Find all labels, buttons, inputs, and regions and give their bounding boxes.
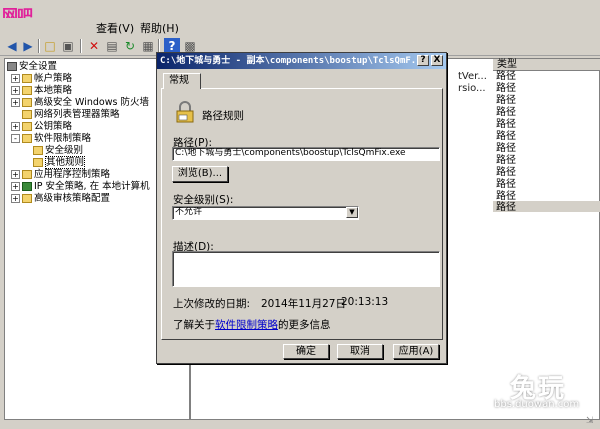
dialog-title[interactable]: C:\地下城与勇士 - 副本\components\boostup\TclsQm… — [157, 53, 446, 69]
expand-icon[interactable]: + — [11, 122, 20, 131]
mmc-window: 网吧 5836 查看(V) 帮助(H) ◀ ▶ □ ▣ ✕ ▤ ↻ ▦ ? ▩ … — [0, 0, 600, 429]
up-folder-icon[interactable]: □ — [42, 38, 58, 54]
export-icon[interactable]: ▦ — [140, 38, 156, 54]
list-cell-type[interactable]: 路径 — [496, 179, 516, 191]
tree-item-additional-rules[interactable]: 其他规则 — [33, 156, 86, 169]
list-cell-type[interactable]: 路径 — [496, 143, 516, 155]
tree-item-advanced-audit[interactable]: + 高级审核策略配置 — [11, 193, 110, 205]
list-cell-type[interactable]: 路径 — [496, 107, 516, 119]
cancel-button[interactable]: 取消 — [337, 344, 383, 359]
tree-item-software-restriction[interactable]: - 软件限制策略 — [11, 133, 91, 145]
tab-general[interactable]: 常规 — [163, 73, 201, 89]
back-icon[interactable]: ◀ — [4, 38, 20, 54]
expand-icon[interactable]: + — [11, 86, 20, 95]
folder-icon — [22, 74, 32, 83]
folder-icon — [22, 110, 32, 119]
refresh-icon[interactable]: ↻ — [122, 38, 138, 54]
tree-item-label: 本地策略 — [34, 85, 73, 96]
list-cell-partial: tVer... — [458, 71, 487, 82]
expand-icon[interactable]: + — [11, 182, 20, 191]
tree-item-label: 网络列表管理器策略 — [34, 109, 120, 120]
security-level-value: 不允许 — [175, 207, 203, 217]
learn-more-prefix: 了解关于 — [173, 319, 215, 331]
menu-help[interactable]: 帮助(H) — [140, 20, 179, 36]
ok-button[interactable]: 确定 — [283, 344, 329, 359]
menu-bar: 查看(V) 帮助(H) — [0, 18, 600, 36]
path-rule-properties-dialog: C:\地下城与勇士 - 副本\components\boostup\TclsQm… — [156, 52, 447, 364]
folder-icon — [22, 170, 32, 179]
expand-icon[interactable]: + — [11, 194, 20, 203]
last-modified-time: 20:13:13 — [341, 296, 389, 308]
tree-item-public-key[interactable]: + 公钥策略 — [11, 121, 72, 133]
dialog-close-button[interactable]: X — [431, 55, 443, 66]
last-modified-label: 上次修改的日期: — [173, 298, 251, 310]
tree-item-label: 高级安全 Windows 防火墙 — [34, 97, 149, 108]
chevron-down-icon[interactable]: ▼ — [346, 207, 358, 218]
tree-item-local-policy[interactable]: + 本地策略 — [11, 85, 72, 97]
lock-icon — [176, 101, 194, 123]
dialog-help-button[interactable]: ? — [417, 55, 429, 66]
toolbar-separator — [158, 39, 160, 53]
properties-icon[interactable]: ▤ — [104, 38, 120, 54]
tree-item-label: 帐户策略 — [34, 73, 73, 84]
security-settings-icon — [7, 62, 17, 71]
folder-icon — [22, 86, 32, 95]
list-cell-type[interactable]: 路径 — [496, 71, 516, 83]
expand-icon[interactable]: + — [11, 170, 20, 179]
resize-grip-icon[interactable]: ⇲ — [586, 416, 598, 428]
expand-icon[interactable]: + — [11, 74, 20, 83]
collapse-icon[interactable]: - — [11, 134, 20, 143]
folder-icon — [33, 146, 43, 155]
tree-item-firewall[interactable]: + 高级安全 Windows 防火墙 — [11, 97, 149, 109]
tree-item-label: 应用程序控制策略 — [34, 169, 111, 180]
tree-item-app-control[interactable]: + 应用程序控制策略 — [11, 169, 110, 181]
tree-item-label: 其他规则 — [45, 156, 86, 169]
ip-security-icon — [22, 182, 32, 191]
list-cell-partial: rsio... — [458, 83, 486, 94]
delete-icon[interactable]: ✕ — [86, 38, 102, 54]
rule-type-label: 路径规则 — [202, 110, 244, 122]
tree-item-network-list[interactable]: 网络列表管理器策略 — [22, 109, 120, 121]
tree-item-label: 安全级别 — [45, 145, 84, 156]
list-cell-type[interactable]: 路径 — [496, 131, 516, 143]
list-cell-type[interactable]: 路径 — [496, 202, 516, 214]
tree-item-label: 公钥策略 — [34, 121, 73, 132]
security-level-select[interactable]: 不允许 ▼ — [172, 206, 359, 220]
folder-open-icon — [22, 134, 32, 143]
tree-item-account-policy[interactable]: + 帐户策略 — [11, 73, 72, 85]
folder-icon — [22, 122, 32, 131]
list-cell-type[interactable]: 路径 — [496, 95, 516, 107]
column-header-type[interactable]: 类型 — [493, 59, 600, 71]
tree-item-label: 高级审核策略配置 — [34, 193, 111, 204]
last-modified-date: 2014年11月27日 — [261, 298, 346, 310]
path-input[interactable]: C:\地下城与勇士\components\boostup\TclsQmFix.e… — [172, 147, 440, 161]
folder-icon — [22, 98, 32, 107]
description-textarea[interactable] — [172, 251, 440, 287]
show-tree-icon[interactable]: ▣ — [60, 38, 76, 54]
security-level-label: 安全级别(S): — [173, 194, 234, 206]
list-cell-type[interactable]: 路径 — [496, 167, 516, 179]
apply-button[interactable]: 应用(A) — [393, 344, 439, 359]
list-cell-type[interactable]: 路径 — [496, 155, 516, 167]
watermark-url: bbs.duowan.com — [494, 399, 580, 410]
learn-more-suffix: 的更多信息 — [278, 319, 331, 331]
tree-item-ip-security[interactable]: + IP 安全策略, 在 本地计算机 — [11, 181, 150, 193]
menu-view[interactable]: 查看(V) — [96, 20, 134, 36]
folder-icon — [22, 194, 32, 203]
tree-item-label: 软件限制策略 — [34, 133, 92, 144]
tree-item-label: 安全设置 — [19, 61, 58, 72]
toolbar-separator — [38, 39, 40, 53]
tree-item-security-settings[interactable]: 安全设置 — [7, 61, 57, 73]
learn-more-link[interactable]: 软件限制策略 — [215, 319, 278, 331]
forward-icon[interactable]: ▶ — [20, 38, 36, 54]
list-cell-type[interactable]: 路径 — [496, 83, 516, 95]
folder-open-icon — [33, 158, 43, 167]
browse-button[interactable]: 浏览(B)... — [172, 166, 228, 182]
list-cell-type[interactable]: 路径 — [496, 119, 516, 131]
toolbar-separator — [80, 39, 82, 53]
learn-more-text: 了解关于软件限制策略的更多信息 — [173, 317, 331, 332]
expand-icon[interactable]: + — [11, 98, 20, 107]
tree-item-label: IP 安全策略, 在 本地计算机 — [34, 181, 150, 192]
